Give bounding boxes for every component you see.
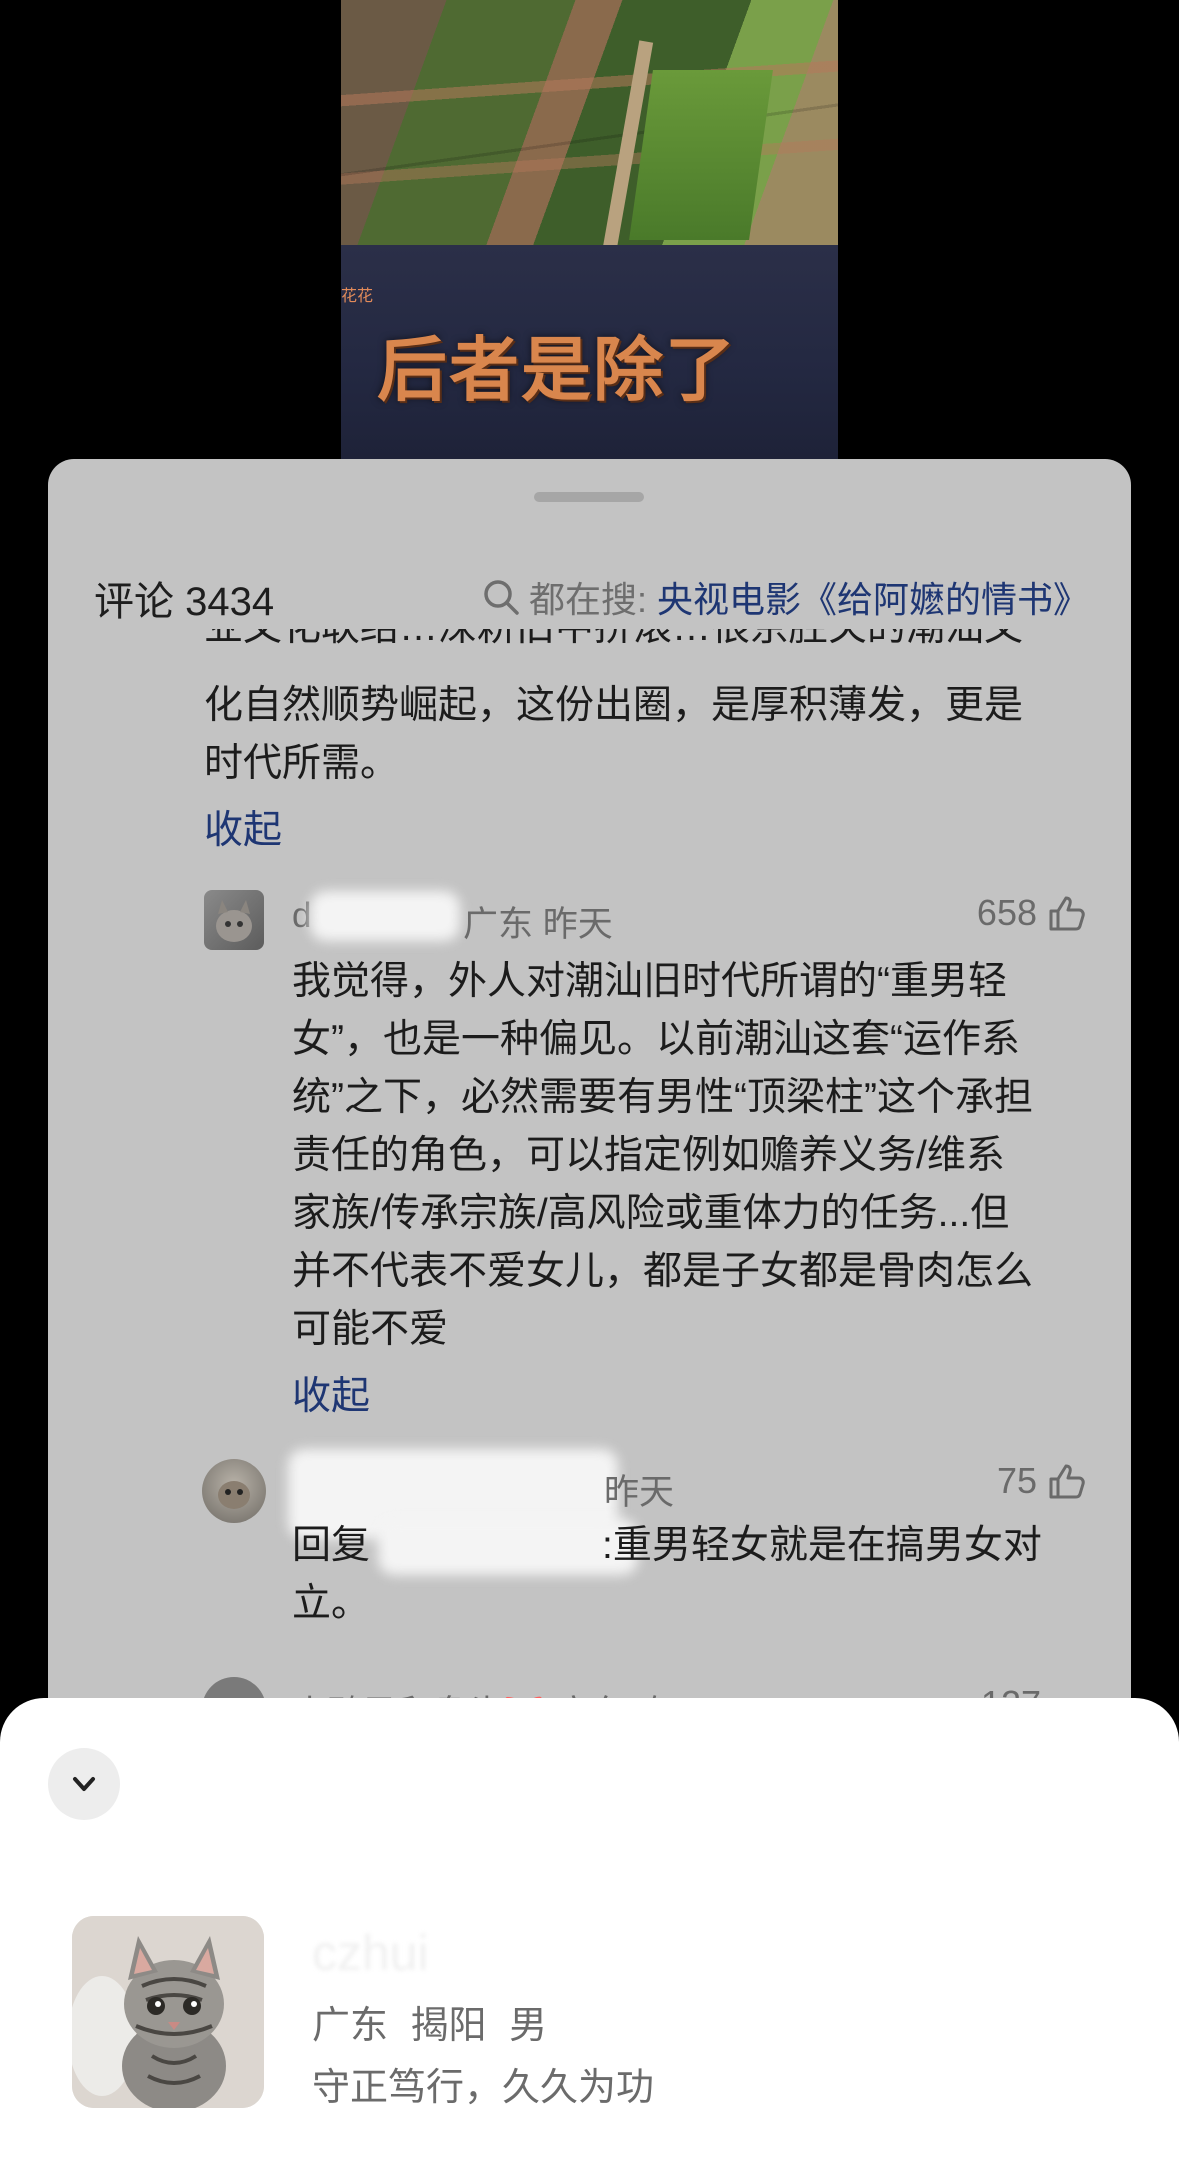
- profile-name: czhui: [312, 1925, 429, 1981]
- comment-location-time: 广东 昨天: [463, 905, 613, 944]
- thumbs-up-icon: [1049, 896, 1085, 931]
- like-button[interactable]: 658: [977, 892, 1087, 934]
- chevron-down-icon: [73, 1777, 95, 1791]
- avatar[interactable]: [204, 890, 264, 950]
- reply-text-line-1: 我觉得，外人对潮汕旧时代所谓的“重男轻: [292, 960, 1007, 1003]
- like-count: 658: [976, 892, 1037, 933]
- profile-avatar[interactable]: [72, 1916, 264, 2108]
- user-profile-card: czhui 广东 揭阳 男 守正笃行，久久为功: [0, 1698, 1179, 2177]
- thumbs-up-icon: [1049, 1464, 1085, 1499]
- like-button[interactable]: 75: [997, 1460, 1087, 1502]
- cat-avatar-icon: [72, 1916, 264, 2108]
- profile-bio: 守正笃行，久久为功: [312, 2067, 655, 2109]
- drag-handle[interactable]: [534, 492, 644, 502]
- collapse-link[interactable]: 收起: [204, 799, 282, 855]
- search-topic: 央视电影《给阿嬷的情书》: [656, 579, 1089, 620]
- video-player[interactable]: 花花 后者是除了: [341, 0, 838, 460]
- reply-text-line-6: 并不代表不爱女儿，都是子女都是骨肉怎么: [292, 1250, 1034, 1293]
- redacted-username: [310, 891, 460, 941]
- redacted-reply-target: [378, 1519, 638, 1575]
- comment-text-line-2: 时代所需。: [204, 742, 400, 785]
- collapse-link[interactable]: 收起: [292, 1365, 370, 1421]
- video-frame-landscape: [341, 0, 838, 250]
- video-small-caption: 花花: [341, 286, 374, 305]
- reply-text-line-4: 责任的角色，可以指定例如赡养义务/维系: [292, 1134, 1005, 1177]
- comment-text-line-1: 化自然顺势崛起，这份出圈，是厚积薄发，更是: [204, 684, 1024, 727]
- reply-text-line-3: 统”之下，必然需要有男性“顶梁柱”这个承担: [292, 1076, 1033, 1119]
- comment-time: 昨天: [604, 1473, 675, 1512]
- video-field: [629, 70, 773, 240]
- video-subtitle: 后者是除了: [377, 328, 737, 411]
- profile-location: 广东 揭阳 男: [312, 2005, 548, 2047]
- cat-avatar-icon: [216, 900, 252, 942]
- search-prefix: 都在搜:: [528, 579, 647, 620]
- reply-prefix: 回复: [292, 1524, 371, 1567]
- comments-title: 评论 3434: [94, 580, 275, 624]
- avatar[interactable]: [202, 1459, 266, 1523]
- like-count: 75: [996, 1460, 1037, 1501]
- trending-search-link[interactable]: 都在搜: 央视电影《给阿嬷的情书》: [481, 571, 1089, 623]
- reply-text-line-5: 家族/传承宗族/高风险或重体力的任务...但: [292, 1192, 1010, 1235]
- reply-text: :重男轻女就是在搞男女对: [602, 1524, 1042, 1567]
- commenter-name[interactable]: d: [292, 896, 311, 936]
- otter-avatar-icon: [218, 1481, 250, 1509]
- comment-partial-line: 业文化联结…深耕旧中拼滚…很京腔关的潮汕文: [204, 629, 1023, 657]
- reply-text-line-7: 可能不爱: [292, 1308, 449, 1351]
- reply-text-line-2: 立。: [292, 1582, 371, 1625]
- collapse-card-button[interactable]: [48, 1748, 120, 1820]
- search-icon: [484, 580, 519, 615]
- reply-text-line-2: 女”，也是一种偏见。以前潮汕这套“运作系: [292, 1018, 1020, 1061]
- comments-panel: 评论 3434 都在搜: 央视电影《给阿嬷的情书》 业文化联结…深耕旧中拼滚…很…: [48, 459, 1131, 1759]
